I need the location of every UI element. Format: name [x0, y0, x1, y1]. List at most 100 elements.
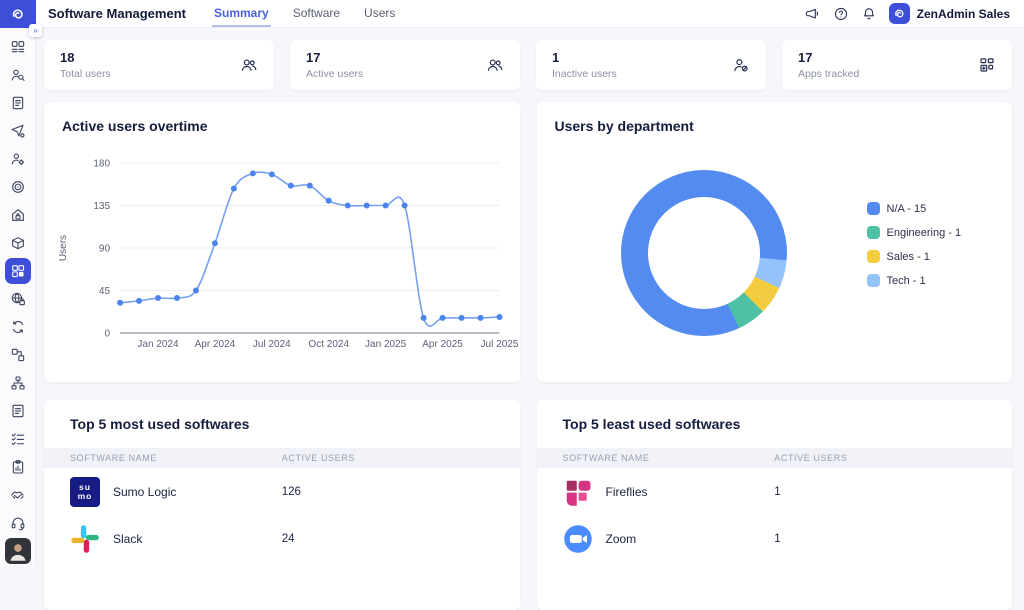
- legend-swatch: [867, 226, 880, 239]
- legend-item-tech[interactable]: Tech - 1: [867, 274, 962, 287]
- legend-label: Sales - 1: [887, 251, 930, 263]
- notes-icon: [10, 403, 26, 419]
- sidebar-item-package-sync[interactable]: [5, 230, 31, 256]
- least-used-softwares-card: Top 5 least used softwares SOFTWARE NAME…: [537, 400, 1013, 610]
- svg-text:0: 0: [105, 329, 111, 340]
- sumologic-logo: sumo: [70, 477, 100, 507]
- column-header: ACTIVE USERS: [282, 453, 520, 463]
- legend-label: Engineering - 1: [887, 227, 962, 239]
- users-icon: [240, 56, 258, 74]
- svg-text:180: 180: [93, 159, 110, 170]
- bell-icon[interactable]: [861, 6, 877, 22]
- svg-text:Jul 2025: Jul 2025: [481, 339, 519, 350]
- svg-text:Jul 2024: Jul 2024: [253, 339, 291, 350]
- sidebar-item-headset[interactable]: [5, 510, 31, 536]
- active-users-line-chart: 04590135180Jan 2024Apr 2024Jul 2024Oct 2…: [44, 148, 520, 363]
- legend-item-sales[interactable]: Sales - 1: [867, 250, 962, 263]
- active-users-count: 126: [282, 486, 520, 498]
- slack-logo: [70, 524, 100, 554]
- stat-value: 18: [60, 50, 240, 65]
- fireflies-logo: [563, 477, 593, 507]
- table-row[interactable]: Zoom1: [537, 515, 1013, 562]
- donut-legend: N/A - 15 Engineering - 1 Sales - 1 Tech - 1: [867, 202, 962, 287]
- svg-text:Jan 2025: Jan 2025: [365, 339, 407, 350]
- svg-text:Apr 2024: Apr 2024: [195, 339, 236, 350]
- tab-software[interactable]: Software: [291, 0, 342, 27]
- sidebar-item-send-gear[interactable]: [5, 118, 31, 144]
- svg-text:90: 90: [99, 244, 111, 255]
- account-switcher[interactable]: ZenAdmin Sales: [889, 0, 1010, 27]
- legend-label: Tech - 1: [887, 275, 926, 287]
- sidebar-expand-button[interactable]: »: [29, 24, 42, 37]
- column-header: SOFTWARE NAME: [44, 453, 282, 463]
- legend-label: N/A - 15: [887, 203, 927, 215]
- sidebar-item-notes[interactable]: [5, 398, 31, 424]
- most-used-softwares-card: Top 5 most used softwares SOFTWARE NAMEA…: [44, 400, 520, 610]
- stat-label: Active users: [306, 68, 486, 80]
- zenadmin-logo-icon: [889, 3, 910, 24]
- table-row[interactable]: Fireflies 1: [537, 468, 1013, 515]
- stat-value: 1: [552, 50, 732, 65]
- apps-icon: [10, 263, 26, 279]
- sidebar-item-target[interactable]: [5, 174, 31, 200]
- org-chart-icon: [10, 375, 26, 391]
- active-users-count: 1: [774, 486, 1012, 498]
- tab-users[interactable]: Users: [362, 0, 397, 27]
- legend-item-na[interactable]: N/A - 15: [867, 202, 962, 215]
- table-title: Top 5 most used softwares: [44, 400, 520, 432]
- software-name: Slack: [113, 532, 142, 546]
- donut-hole: [648, 197, 760, 309]
- chat-refresh-icon: [10, 319, 26, 335]
- sidebar-item-home-lock[interactable]: [5, 202, 31, 228]
- sidebar-item-chat-refresh[interactable]: [5, 314, 31, 340]
- chart-title: Active users overtime: [44, 102, 520, 134]
- table-row[interactable]: sumo Sumo Logic 126: [44, 468, 520, 515]
- package-sync-icon: [10, 235, 26, 251]
- department-donut-chart: [621, 170, 787, 336]
- sidebar-item-org-chart[interactable]: [5, 370, 31, 396]
- stat-label: Inactive users: [552, 68, 732, 80]
- chart-title: Users by department: [537, 102, 1013, 134]
- sidebar-item-user-search[interactable]: [5, 62, 31, 88]
- sidebar-item-dashboard[interactable]: [5, 34, 31, 60]
- sidebar-item-apps[interactable]: [5, 258, 31, 284]
- target-icon: [10, 179, 26, 195]
- stat-card-apps-tracked: 17 Apps tracked: [782, 40, 1012, 90]
- legend-item-engineering[interactable]: Engineering - 1: [867, 226, 962, 239]
- stat-value: 17: [306, 50, 486, 65]
- megaphone-icon[interactable]: [805, 6, 821, 22]
- globe-lock-icon: [10, 291, 26, 307]
- table-header-row: SOFTWARE NAMEACTIVE USERS: [44, 448, 520, 468]
- tab-summary[interactable]: Summary: [212, 0, 271, 27]
- software-name: Fireflies: [606, 485, 648, 499]
- stat-value: 17: [798, 50, 978, 65]
- sidebar-item-checklist[interactable]: [5, 426, 31, 452]
- sidebar-item-user-gear[interactable]: [5, 146, 31, 172]
- table-row[interactable]: Slack24: [44, 515, 520, 562]
- sidebar-item-globe-lock[interactable]: [5, 286, 31, 312]
- sidebar-item-clipboard-chart[interactable]: [5, 454, 31, 480]
- svg-text:Apr 2025: Apr 2025: [422, 339, 463, 350]
- svg-text:45: 45: [99, 286, 111, 297]
- software-name: Sumo Logic: [113, 485, 176, 499]
- stat-card-active-users: 17 Active users: [290, 40, 520, 90]
- page-title: Software Management: [48, 6, 186, 21]
- handshake-icon: [10, 487, 26, 503]
- active-users-chart-card: Active users overtime 0 45 90 135 180 Jan 202…: [44, 102, 520, 382]
- svg-text:135: 135: [93, 201, 110, 212]
- column-header: SOFTWARE NAME: [537, 453, 775, 463]
- sidebar-item-handshake[interactable]: [5, 482, 31, 508]
- checklist-icon: [10, 431, 26, 447]
- sidebar-item-integrations[interactable]: [5, 342, 31, 368]
- clipboard-chart-icon: [10, 459, 26, 475]
- legend-swatch: [867, 250, 880, 263]
- user-avatar[interactable]: [5, 538, 31, 564]
- user-search-icon: [10, 67, 26, 83]
- user-gear-icon: [10, 151, 26, 167]
- stats-row: 18Total users17Active users1Inactive use…: [44, 40, 1012, 90]
- sidebar-item-document[interactable]: [5, 90, 31, 116]
- stat-card-inactive-users: 1 Inactive users: [536, 40, 766, 90]
- stat-label: Apps tracked: [798, 68, 978, 80]
- svg-text:Oct 2024: Oct 2024: [308, 339, 349, 350]
- help-icon[interactable]: [833, 6, 849, 22]
